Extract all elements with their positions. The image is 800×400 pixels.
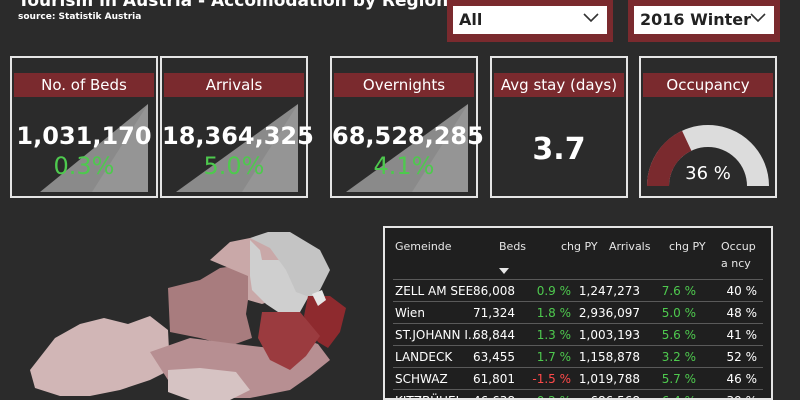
cell-beds: 61,801 — [473, 372, 515, 386]
cell-arrivals: 1,158,878 — [578, 350, 640, 364]
cell-beds: 86,008 — [473, 284, 515, 298]
card-value: 68,528,285 — [332, 122, 484, 150]
cell-beds-chg: 0.2 % — [537, 394, 571, 398]
avg-stay-card[interactable]: Avg stay (days) 3.7 — [490, 56, 628, 198]
cell-arrivals: 1,019,788 — [578, 372, 640, 386]
chevron-down-icon — [750, 13, 766, 23]
cell-occupancy: 46 % — [726, 372, 758, 386]
cell-arrivals-chg: 5.6 % — [661, 328, 696, 342]
cell-beds-chg: -1.5 % — [532, 372, 571, 386]
table-row[interactable]: LANDECK 63,455 1.7 % 1,158,878 3.2 % 52 % — [393, 345, 763, 368]
season-dropdown[interactable]: 2016 Winter — [634, 6, 774, 34]
cell-occupancy: 39 % — [727, 394, 758, 398]
season-slicer[interactable]: 2016 Winter — [628, 0, 780, 42]
cell-occupancy: 40 % — [726, 284, 758, 298]
cell-arrivals: 686,568 — [590, 394, 640, 398]
col-header-arrivals[interactable]: Arrivals — [609, 240, 650, 253]
cell-arrivals-chg: 6.4 % — [662, 394, 696, 398]
region-dropdown[interactable]: All — [453, 6, 607, 34]
cell-arrivals-chg: 5.7 % — [661, 372, 696, 386]
cell-arrivals: 1,247,273 — [578, 284, 640, 298]
cell-arrivals-chg: 5.0 % — [661, 306, 696, 320]
occupancy-value: 36 % — [685, 163, 731, 184]
card-change: 4.1% — [373, 152, 435, 180]
cell-arrivals-chg: 7.6 % — [661, 284, 696, 298]
cell-beds-chg: 1.3 % — [536, 328, 571, 342]
overnights-card[interactable]: Overnights 68,528,285 4.1% — [330, 56, 484, 198]
chevron-down-icon — [583, 13, 599, 23]
gemeinde-table[interactable]: Gemeinde Beds chg PY Arrivals chg PY Occ… — [383, 226, 773, 400]
cell-gemeinde: LANDECK — [395, 350, 453, 364]
cell-occupancy: 52 % — [726, 350, 758, 364]
cell-arrivals: 1,003,193 — [578, 328, 640, 342]
table-row[interactable]: Wien 71,324 1.8 % 2,936,097 5.0 % 48 % — [393, 301, 763, 324]
season-selected-value: 2016 Winter — [640, 10, 752, 29]
map-region[interactable] — [30, 316, 170, 396]
table-row[interactable]: ZELL AM SEE 86,008 0.9 % 1,247,273 7.6 % 40 % — [393, 279, 763, 302]
card-value: 18,364,325 — [162, 122, 314, 150]
table-row[interactable]: SCHWAZ 61,801 -1.5 % 1,019,788 5.7 % 46 % — [393, 367, 763, 390]
region-selected-value: All — [459, 10, 483, 29]
source-note: source: Statistik Austria — [18, 12, 142, 22]
card-change: 0.3% — [53, 152, 115, 180]
col-header-arrivals-chg[interactable]: chg PY — [669, 240, 706, 253]
cell-arrivals-chg: 3.2 % — [661, 350, 696, 364]
card-label: No. of Beds — [14, 73, 154, 97]
col-header-gemeinde[interactable]: Gemeinde — [395, 240, 452, 253]
table-row[interactable]: ST.JOHANN I... 68,844 1.3 % 1,003,193 5.6 % 4… — [393, 323, 763, 346]
cell-occupancy: 48 % — [726, 306, 758, 320]
card-value: 3.7 — [532, 132, 586, 167]
card-change: 5.0% — [203, 152, 265, 180]
austria-region-map[interactable] — [0, 220, 360, 400]
cell-beds: 46,638 — [473, 394, 515, 398]
cell-arrivals: 2,936,097 — [578, 306, 640, 320]
map-region[interactable] — [168, 264, 252, 346]
cell-beds-chg: 0.9 % — [536, 284, 571, 298]
cell-gemeinde: Wien — [395, 306, 425, 320]
page-title: Tourism in Austria - Accomodation by Reg… — [18, 0, 449, 11]
cell-occupancy: 41 % — [726, 328, 758, 342]
sort-descending-icon — [499, 268, 509, 274]
cell-beds: 63,455 — [473, 350, 515, 364]
cell-gemeinde: KITZBÜHEL — [395, 394, 462, 398]
cell-beds: 71,324 — [473, 306, 515, 320]
card-label: Arrivals — [164, 73, 304, 97]
col-header-beds-chg[interactable]: chg PY — [561, 240, 598, 253]
col-header-beds[interactable]: Beds — [499, 240, 526, 253]
cell-gemeinde: SCHWAZ — [395, 372, 448, 386]
region-slicer[interactable]: All — [447, 0, 613, 42]
card-label: Overnights — [334, 73, 474, 97]
cell-beds: 68,844 — [473, 328, 515, 342]
cell-gemeinde: ST.JOHANN I... — [395, 328, 480, 342]
occupancy-card[interactable]: Occupancy 36 % — [639, 56, 777, 198]
cell-beds-chg: 1.8 % — [536, 306, 571, 320]
arrivals-card[interactable]: Arrivals 18,364,325 5.0% — [160, 56, 314, 198]
cell-gemeinde: ZELL AM SEE — [395, 284, 474, 298]
cell-beds-chg: 1.7 % — [536, 350, 571, 364]
beds-card[interactable]: No. of Beds 1,031,170 0.3% — [10, 56, 158, 198]
card-label: Avg stay (days) — [494, 73, 624, 97]
table-row[interactable]: KITZBÜHEL 46,638 0.2 % 686,568 6.4 % 39 % — [393, 389, 763, 398]
col-header-occupancy[interactable]: Occupa ncy — [721, 238, 761, 272]
card-value: 1,031,170 — [16, 122, 152, 150]
